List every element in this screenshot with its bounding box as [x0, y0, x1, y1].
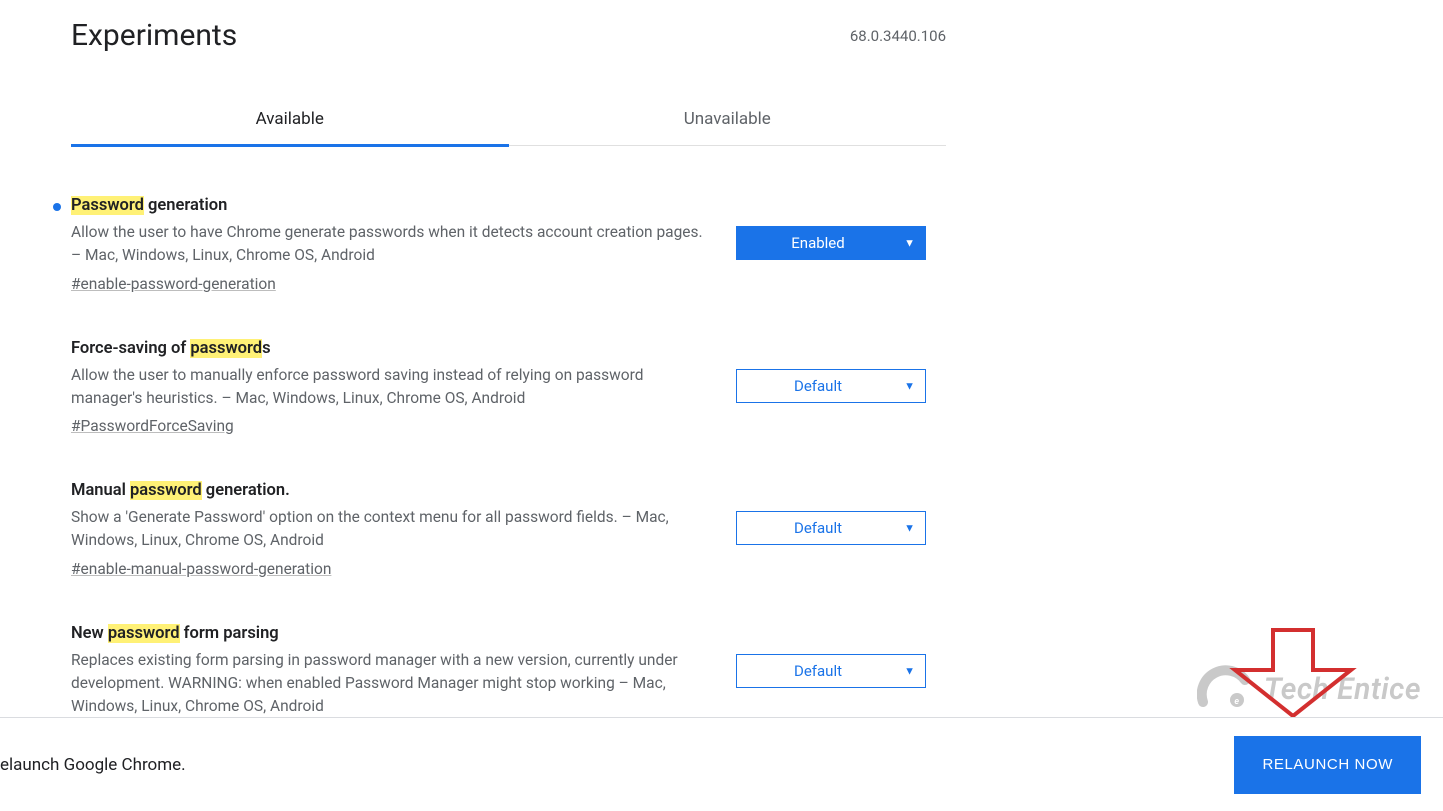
flag-select-value: Enabled: [791, 234, 844, 252]
flag-title-pre: Manual: [71, 481, 130, 500]
chevron-down-icon: ▼: [904, 664, 915, 677]
chevron-down-icon: ▼: [904, 237, 915, 250]
flag-select-value: Default: [794, 519, 842, 537]
flag-select-wrap: Default ▼: [736, 369, 926, 403]
globe-icon: e: [1197, 664, 1251, 718]
flag-title: New password form parsing: [71, 624, 716, 643]
flag-title-highlight: Password: [71, 196, 144, 215]
bottom-bar: elaunch Google Chrome. RELAUNCH NOW: [0, 717, 1443, 811]
flag-row: Manual password generation. Show a 'Gener…: [71, 481, 946, 578]
flag-title-pre: Force-saving of: [71, 339, 190, 358]
flag-title-pre: New: [71, 624, 108, 643]
page-title: Experiments: [71, 18, 237, 53]
flag-select[interactable]: Default ▼: [736, 654, 926, 688]
flag-title-post: generation.: [202, 481, 290, 500]
tabs-bar: Available Unavailable: [71, 93, 946, 146]
flag-title: Password generation: [71, 196, 716, 215]
flag-title-post: generation: [144, 196, 227, 215]
flag-description: Replaces existing form parsing in passwo…: [71, 649, 716, 719]
chevron-down-icon: ▼: [904, 379, 915, 392]
flag-body: Force-saving of passwords Allow the user …: [71, 339, 736, 436]
flag-row: Force-saving of passwords Allow the user …: [71, 339, 946, 436]
arrow-down-icon: [1223, 626, 1363, 718]
flag-hash-link[interactable]: #PasswordForceSaving: [71, 417, 234, 435]
flag-row: Password generation Allow the user to hav…: [71, 196, 946, 293]
flag-select-wrap: Default ▼: [736, 511, 926, 545]
flag-body: Password generation Allow the user to hav…: [71, 196, 736, 293]
flag-title: Force-saving of passwords: [71, 339, 716, 358]
header: Experiments 68.0.3440.106: [71, 18, 946, 53]
flag-body: Manual password generation. Show a 'Gener…: [71, 481, 736, 578]
flag-description: Allow the user to have Chrome generate p…: [71, 221, 716, 268]
flag-select-wrap: Default ▼: [736, 654, 926, 688]
flag-select-value: Default: [794, 377, 842, 395]
flag-description: Allow the user to manually enforce passw…: [71, 364, 716, 411]
modified-dot-icon: [53, 203, 61, 211]
flag-description: Show a 'Generate Password' option on the…: [71, 506, 716, 553]
relaunch-notice: elaunch Google Chrome.: [0, 755, 186, 775]
flag-title-post: s: [262, 339, 270, 358]
flags-list: Password generation Allow the user to hav…: [71, 196, 946, 743]
watermark-brand: Tech Entice: [1264, 672, 1421, 707]
version-text: 68.0.3440.106: [850, 27, 946, 45]
flag-select-wrap: Enabled ▼: [736, 226, 926, 260]
flag-select[interactable]: Default ▼: [736, 511, 926, 545]
flag-title: Manual password generation.: [71, 481, 716, 500]
flag-title-highlight: password: [108, 624, 180, 643]
flag-hash-link[interactable]: #enable-manual-password-generation: [71, 560, 331, 578]
tab-available[interactable]: Available: [71, 93, 509, 145]
tab-unavailable[interactable]: Unavailable: [509, 93, 947, 145]
flag-title-highlight: password: [190, 339, 262, 358]
flag-select[interactable]: Default ▼: [736, 369, 926, 403]
flag-select[interactable]: Enabled ▼: [736, 226, 926, 260]
flag-title-highlight: password: [130, 481, 202, 500]
relaunch-button[interactable]: RELAUNCH NOW: [1234, 736, 1421, 794]
flag-select-value: Default: [794, 662, 842, 680]
flag-hash-link[interactable]: #enable-password-generation: [71, 275, 276, 293]
svg-text:e: e: [1234, 697, 1239, 707]
flag-title-post: form parsing: [180, 624, 279, 643]
chevron-down-icon: ▼: [904, 522, 915, 535]
